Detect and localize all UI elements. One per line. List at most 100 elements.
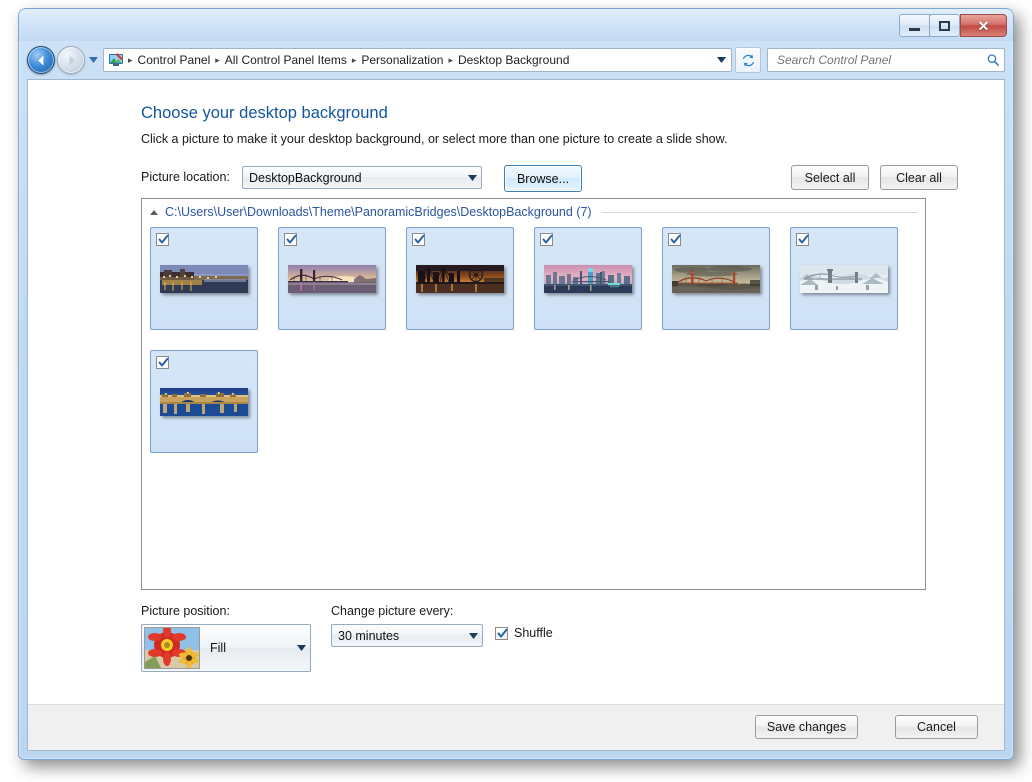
browse-button[interactable]: Browse... xyxy=(504,165,582,192)
refresh-icon xyxy=(742,54,754,66)
close-icon: ✕ xyxy=(977,17,990,34)
checkmark-icon xyxy=(798,234,809,244)
picture-location-dropdown[interactable]: DesktopBackground xyxy=(242,166,482,189)
checkmark-icon xyxy=(158,357,169,367)
address-dropdown-button[interactable] xyxy=(713,49,729,71)
checkmark-icon xyxy=(497,628,508,637)
checkmark-icon xyxy=(542,234,553,244)
checkmark-icon xyxy=(286,234,297,244)
thumbnail-checkbox[interactable] xyxy=(156,356,169,369)
save-changes-button[interactable]: Save changes xyxy=(755,715,858,739)
breadcrumb-separator-1[interactable]: ▸ xyxy=(214,55,221,66)
picture-position-preview xyxy=(144,627,200,669)
picture-location-label: Picture location: xyxy=(141,170,230,184)
select-all-label: Select all xyxy=(804,170,856,185)
forward-button[interactable] xyxy=(57,46,85,74)
group-header-path: C:\Users\User\Downloads\Theme\PanoramicB… xyxy=(165,205,592,219)
thumbnail-image xyxy=(672,264,760,293)
search-box[interactable] xyxy=(767,48,1005,72)
maximize-button[interactable] xyxy=(929,14,960,37)
control-panel-window: ✕ ▸ Control Panel ▸ All Control Panel It… xyxy=(18,8,1014,760)
clear-all-button[interactable]: Clear all xyxy=(880,165,958,190)
checkmark-icon xyxy=(670,234,681,244)
thumbnail-checkbox[interactable] xyxy=(412,233,425,246)
picture-position-label: Picture position: xyxy=(141,604,230,618)
chevron-down-icon xyxy=(464,632,482,639)
history-dropdown-button[interactable] xyxy=(85,47,101,73)
thumbnail-checkbox[interactable] xyxy=(284,233,297,246)
thumbnail-tile[interactable] xyxy=(278,227,386,330)
search-icon[interactable] xyxy=(986,53,1000,67)
breadcrumb: ▸ Control Panel ▸ All Control Panel Item… xyxy=(127,51,713,69)
picture-location-value: DesktopBackground xyxy=(249,170,362,185)
group-header[interactable]: C:\Users\User\Downloads\Theme\PanoramicB… xyxy=(142,199,925,225)
thumbnail-checkbox[interactable] xyxy=(156,233,169,246)
personalization-icon xyxy=(109,53,123,66)
dialog-footer: Save changes Cancel xyxy=(28,704,1004,750)
breadcrumb-separator-0: ▸ xyxy=(128,54,133,65)
clear-all-label: Clear all xyxy=(896,170,942,185)
thumbnail-tile[interactable] xyxy=(150,227,258,330)
refresh-button[interactable] xyxy=(735,47,761,73)
minimize-button[interactable] xyxy=(899,14,930,37)
shuffle-label: Shuffle xyxy=(514,626,553,640)
client-area: Choose your desktop background Click a p… xyxy=(27,79,1005,751)
change-picture-every-label: Change picture every: xyxy=(331,604,454,618)
thumbnail-image xyxy=(544,264,632,293)
thumbnail-checkbox[interactable] xyxy=(540,233,553,246)
checkmark-icon xyxy=(158,234,169,244)
close-button[interactable]: ✕ xyxy=(960,14,1007,37)
thumbnail-tile[interactable] xyxy=(534,227,642,330)
address-bar[interactable]: ▸ Control Panel ▸ All Control Panel Item… xyxy=(103,48,732,72)
picture-position-dropdown[interactable]: Fill xyxy=(141,624,311,672)
minimize-icon xyxy=(909,27,920,31)
picture-list-panel[interactable]: C:\Users\User\Downloads\Theme\PanoramicB… xyxy=(141,198,926,590)
chevron-down-icon xyxy=(292,645,310,651)
thumbnail-tile[interactable] xyxy=(150,350,258,453)
back-button[interactable] xyxy=(27,46,55,74)
title-bar xyxy=(19,9,1013,41)
thumbnail-tile[interactable] xyxy=(662,227,770,330)
thumbnail-checkbox[interactable] xyxy=(668,233,681,246)
content-pane: Choose your desktop background Click a p… xyxy=(28,80,1004,705)
group-header-rule xyxy=(601,211,917,213)
cancel-button[interactable]: Cancel xyxy=(895,715,978,739)
picture-position-value: Fill xyxy=(210,641,226,655)
page-title: Choose your desktop background xyxy=(141,104,388,122)
change-picture-every-dropdown[interactable]: 30 minutes xyxy=(331,624,483,647)
save-changes-label: Save changes xyxy=(766,720,847,734)
search-input[interactable] xyxy=(775,52,986,68)
thumbnail-tile[interactable] xyxy=(790,227,898,330)
chevron-down-icon xyxy=(463,174,481,181)
cancel-label: Cancel xyxy=(917,720,956,734)
forward-arrow-icon xyxy=(69,55,75,65)
back-arrow-icon xyxy=(37,55,43,65)
breadcrumb-separator-3[interactable]: ▸ xyxy=(447,55,454,66)
page-subtitle: Click a picture to make it your desktop … xyxy=(141,132,728,146)
shuffle-option[interactable]: Shuffle xyxy=(495,626,553,640)
thumbnail-image xyxy=(160,264,248,293)
browse-button-label: Browse... xyxy=(516,171,570,186)
thumbnail-image xyxy=(288,264,376,293)
maximize-icon xyxy=(939,20,950,31)
chevron-down-icon xyxy=(88,57,98,63)
collapse-triangle-icon[interactable] xyxy=(150,209,158,215)
caption-button-group: ✕ xyxy=(899,14,1007,37)
change-picture-every-value: 30 minutes xyxy=(338,628,400,643)
picture-location-row: Picture location: DesktopBackground Brow… xyxy=(141,165,984,192)
thumbnail-image xyxy=(416,264,504,293)
thumbnail-checkbox[interactable] xyxy=(796,233,809,246)
thumbnail-tile[interactable] xyxy=(406,227,514,330)
breadcrumb-item-control-panel[interactable]: Control Panel xyxy=(134,51,215,69)
breadcrumb-item-personalization[interactable]: Personalization xyxy=(357,51,447,69)
checkmark-icon xyxy=(414,234,425,244)
shuffle-checkbox[interactable] xyxy=(495,626,508,640)
breadcrumb-item-all-control-panel-items[interactable]: All Control Panel Items xyxy=(221,51,351,69)
navigation-toolbar: ▸ Control Panel ▸ All Control Panel Item… xyxy=(19,41,1013,79)
thumbnail-grid xyxy=(150,227,921,453)
breadcrumb-item-desktop-background[interactable]: Desktop Background xyxy=(454,51,573,69)
select-all-button[interactable]: Select all xyxy=(791,165,869,190)
chevron-down-icon xyxy=(716,57,726,63)
thumbnail-image xyxy=(160,387,248,416)
thumbnail-image xyxy=(800,264,888,293)
